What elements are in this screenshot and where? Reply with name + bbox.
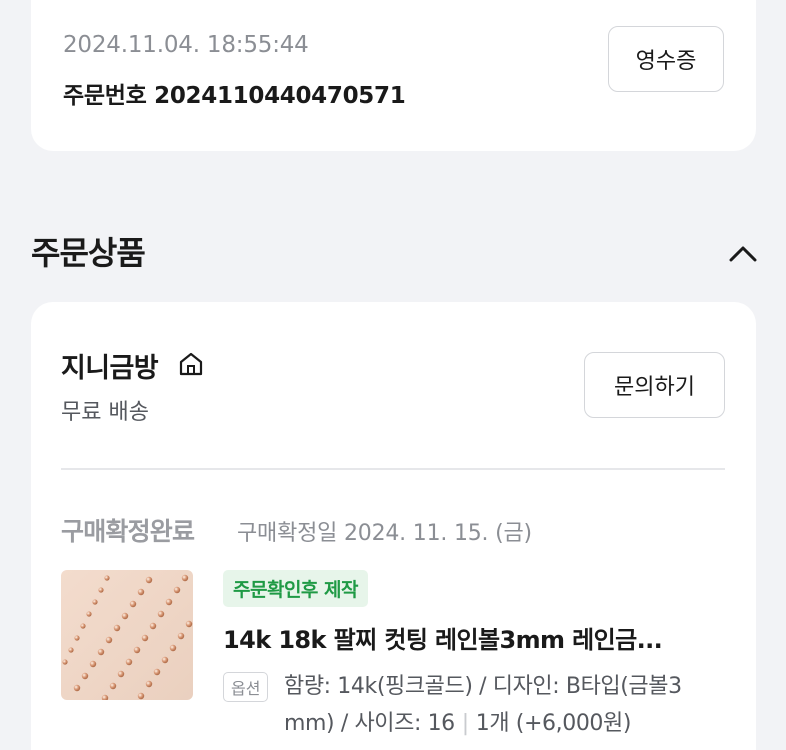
- home-icon[interactable]: [177, 350, 205, 378]
- option-line-1: 함량: 14k(핑크골드) / 디자인: B타입(금볼3: [284, 674, 682, 699]
- quantity-price: 1개 (+6,000원): [475, 711, 632, 736]
- option-line-2: mm) / 사이즈: 16: [284, 711, 455, 736]
- divider: [61, 468, 725, 470]
- order-status: 구매확정완료: [61, 517, 195, 546]
- purchase-confirm-date: 구매확정일 2024. 11. 15. (금): [237, 521, 532, 546]
- option-label: 옵션: [223, 672, 269, 702]
- order-info-card: 2024.11.04. 18:55:44 주문번호 20241104404705…: [31, 0, 756, 151]
- separator: |: [461, 711, 469, 736]
- order-number: 주문번호 2024110440470571: [63, 83, 406, 109]
- order-datetime: 2024.11.04. 18:55:44: [63, 32, 309, 58]
- inquiry-button[interactable]: 문의하기: [584, 352, 725, 418]
- made-to-order-badge: 주문확인후 제작: [223, 570, 368, 607]
- order-product-card: 지니금방 무료 배송 문의하기 구매확정완료 구매확정일 2024. 11. 1…: [31, 302, 756, 750]
- shipping-info: 무료 배송: [61, 400, 149, 425]
- product-name[interactable]: 14k 18k 팔찌 컷팅 레인볼3mm 레인금...: [223, 620, 663, 655]
- store-name[interactable]: 지니금방: [61, 346, 159, 385]
- option-details: 함량: 14k(핑크골드) / 디자인: B타입(금볼3 mm) / 사이즈: …: [284, 668, 734, 742]
- product-image[interactable]: [61, 570, 193, 700]
- receipt-button[interactable]: 영수증: [608, 26, 724, 92]
- chevron-up-icon[interactable]: [727, 240, 759, 268]
- section-title: 주문상품: [31, 234, 146, 272]
